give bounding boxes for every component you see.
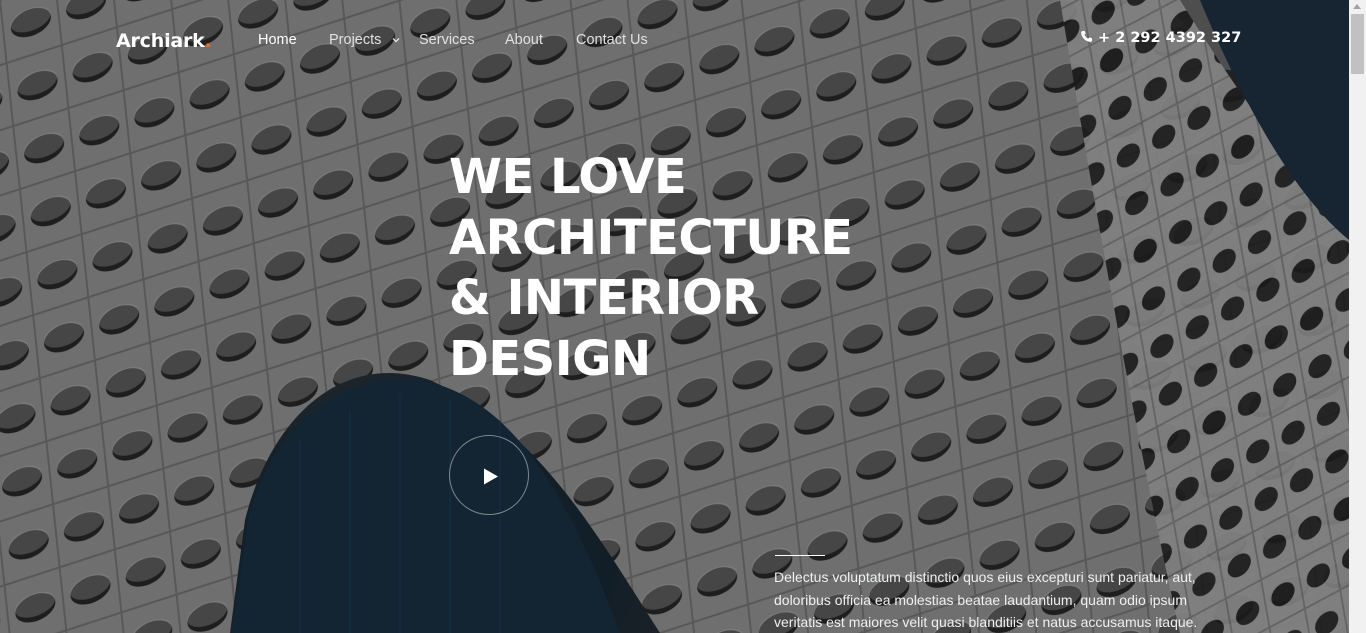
brand-dot: . [204,30,212,52]
headline-line-3: & INTERIOR [449,270,759,326]
phone-number: + 2 292 4392 327 [1098,30,1242,46]
top-navigation: Archiark. Home Projects Services About C… [0,0,1349,80]
brand-logo[interactable]: Archiark. [116,30,212,52]
phone-contact[interactable]: + 2 292 4392 327 [1080,30,1241,46]
nav-contact-link[interactable]: Contact Us [576,32,648,48]
description-divider [775,555,825,556]
nav-home-link[interactable]: Home [258,32,297,48]
scrollbar-thumb[interactable] [1351,14,1364,74]
brand-name: Archiark [116,30,205,52]
headline-line-2: ARCHITECTURE [449,209,853,266]
hero-description: Delectus voluptatum distinctio quos eius… [774,569,1198,630]
headline-line-1: WE LOVE [449,149,687,205]
nav-services-link[interactable]: Services [419,32,475,48]
headline-line-4: DESIGN [449,330,651,387]
nav-about-link[interactable]: About [505,32,543,48]
chevron-down-icon [392,38,400,43]
play-video-button[interactable] [449,435,529,515]
hero-headline: WE LOVE ARCHITECTURE & INTERIOR DESIGN [449,147,853,389]
phone-icon [1081,30,1093,42]
nav-projects-label: Projects [329,32,382,48]
play-icon [484,468,498,485]
page-scrollbar[interactable] [1349,0,1366,633]
scroll-up-arrow-icon[interactable] [1353,4,1361,9]
nav-projects-link[interactable]: Projects [329,32,401,48]
